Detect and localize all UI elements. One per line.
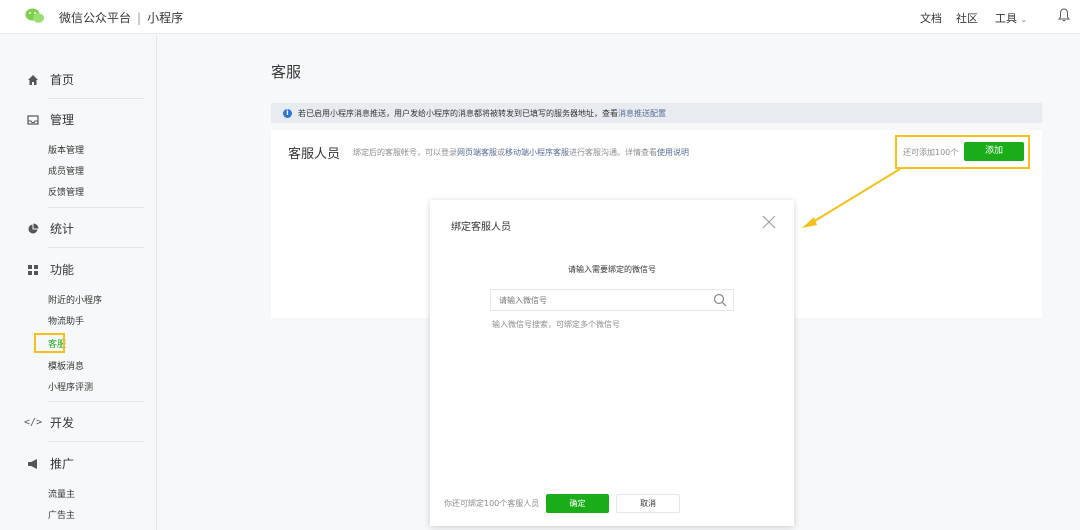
sidebar-item-label: 开发 [50,416,75,430]
grid-icon [26,263,40,277]
top-bar: 微信公众平台 | 小程序 文档 社区 工具 ⌄ [0,0,1080,34]
web-cs-link[interactable]: 网页端客服 [457,148,497,157]
divider [48,207,144,208]
divider [48,247,144,248]
divider [48,401,144,402]
usage-guide-link[interactable]: 使用说明 [657,148,689,157]
sidebar-item-member-manage[interactable]: 成员管理 [48,164,84,177]
sidebar-item-label: 管理 [50,113,75,127]
sidebar-item-promote[interactable]: 推广 [26,455,74,472]
sidebar-item-logistics-assistant[interactable]: 物流助手 [48,314,84,327]
add-button[interactable]: 添加 [964,142,1024,161]
sidebar-item-advertiser[interactable]: 广告主 [48,508,75,521]
dialog-prompt: 请输入需要绑定的微信号 [568,265,656,274]
sidebar-item-label: 首页 [50,73,75,87]
sidebar-item-version-manage[interactable]: 版本管理 [48,143,84,156]
tools-menu[interactable]: 工具 ⌄ [995,10,1027,26]
divider [48,98,144,99]
remaining-bind-text: 你还可绑定100个客服人员 [444,499,540,508]
sidebar-item-nearby-miniprogram[interactable]: 附近的小程序 [48,293,102,306]
info-icon: i [283,108,292,118]
sidebar-item-home[interactable]: 首页 [26,71,74,88]
code-icon: </> [23,417,43,428]
close-icon[interactable] [762,215,776,229]
divider [48,441,144,442]
megaphone-icon [26,457,40,471]
dialog-help-text: 输入微信号搜索，可绑定多个微信号 [492,320,620,329]
sidebar-item-label: 统计 [50,222,75,236]
brand-title[interactable]: 微信公众平台 | 小程序 [59,9,183,26]
sidebar-item-develop[interactable]: </> 开发 [23,414,75,431]
mobile-cs-link[interactable]: 移动端小程序客服 [505,148,569,157]
sidebar-item-manage[interactable]: 管理 [26,111,74,128]
sidebar-item-label: 功能 [50,263,75,277]
brand-separator: | [137,11,142,25]
brand-name: 微信公众平台 [59,11,132,25]
sidebar-item-traffic-owner[interactable]: 流量主 [48,487,75,500]
sidebar-item-stats[interactable]: 统计 [26,220,74,237]
sidebar [0,35,157,530]
search-icon[interactable] [713,293,727,307]
message-push-config-link[interactable]: 消息推送配置 [618,108,666,119]
add-remaining-hint: 还可添加100个 [903,148,959,157]
sidebar-item-template-message[interactable]: 模板消息 [48,359,84,372]
product-name: 小程序 [147,11,184,25]
cancel-button[interactable]: 取消 [616,494,680,513]
pie-chart-icon [26,222,40,236]
dialog-title: 绑定客服人员 [451,222,511,233]
sidebar-item-label: 推广 [50,457,75,471]
home-icon [26,73,40,87]
pointer-arrow [802,168,901,228]
inbox-icon [26,113,40,127]
wechat-miniprogram-logo-icon[interactable] [25,8,45,24]
community-link[interactable]: 社区 [956,10,978,26]
sidebar-item-miniprogram-review[interactable]: 小程序评测 [48,380,93,393]
cs-desc-text: 或 [497,148,505,157]
notice-banner: i 若已启用小程序消息推送，用户发给小程序的消息都将被转发到已填写的服务器地址，… [271,103,1042,123]
tools-label: 工具 [995,12,1017,25]
cs-desc-text: 绑定后的客服帐号，可以登录 [353,148,457,157]
page-title: 客服 [271,63,302,81]
sidebar-item-feedback-manage[interactable]: 反馈管理 [48,185,84,198]
cs-desc-text: 进行客服沟通。详情查看 [569,148,657,157]
highlight-box [34,333,65,353]
cs-description: 绑定后的客服帐号，可以登录网页端客服或移动端小程序客服进行客服沟通。详情查看使用… [353,147,689,158]
notice-text: 若已启用小程序消息推送，用户发给小程序的消息都将被转发到已填写的服务器地址，查看 [298,108,618,118]
bind-cs-dialog: 绑定客服人员 请输入需要绑定的微信号 输入微信号搜索，可绑定多个微信号 你还可绑… [430,200,794,526]
cs-staff-label: 客服人员 [288,147,341,162]
sidebar-item-features[interactable]: 功能 [26,261,74,278]
chevron-down-icon: ⌄ [1020,15,1028,24]
bell-icon[interactable] [1058,8,1070,22]
wechat-id-search-input[interactable] [490,289,734,311]
docs-link[interactable]: 文档 [920,10,942,26]
confirm-button[interactable]: 确定 [546,494,609,513]
